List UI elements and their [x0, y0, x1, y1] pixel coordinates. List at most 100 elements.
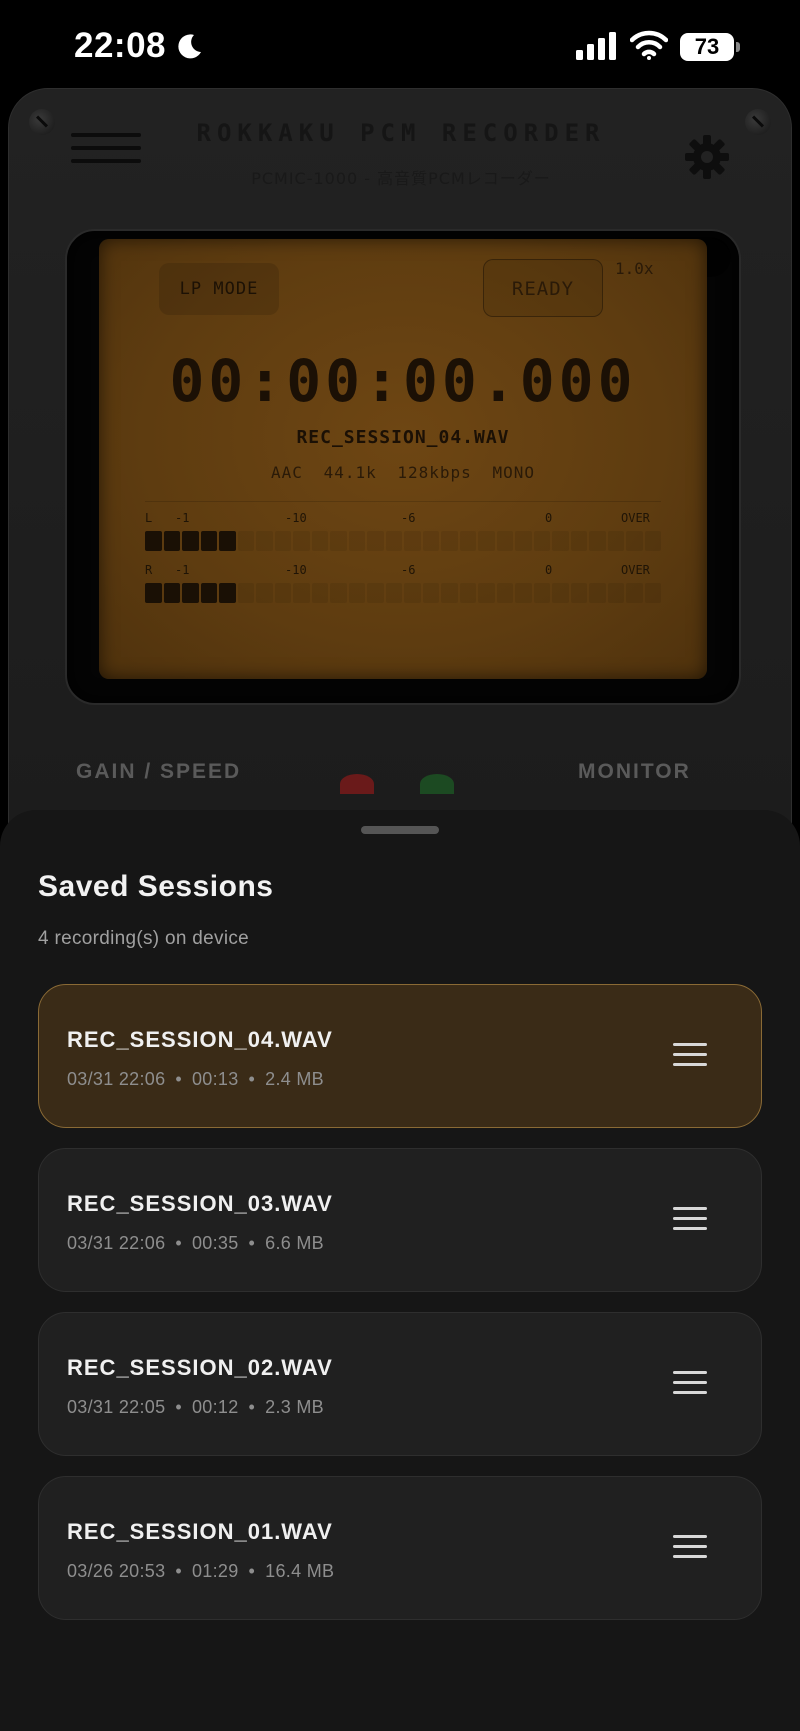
status-bar: 22:08 73: [0, 0, 800, 90]
meter-segment: [200, 531, 217, 551]
lcd-display: LP MODE READY 1.0x 00:00:00.000 REC_SESS…: [99, 239, 707, 679]
sheet-subtitle: 4 recording(s) on device: [38, 928, 250, 949]
meta-separator: •: [248, 1397, 256, 1417]
session-meta: 03/31 22:05 • 00:12 • 2.3 MB: [67, 1397, 324, 1418]
meter-segment: [441, 531, 458, 551]
level-meter-left: L -1 -10 -6 0 OVER: [145, 511, 661, 557]
meter-segment: [293, 531, 310, 551]
meter-segment: [219, 583, 236, 603]
sheet-grabber[interactable]: [361, 826, 439, 834]
meter-segment: [626, 583, 643, 603]
meter-segment: [182, 583, 199, 603]
meter-segment: [385, 583, 402, 603]
session-name: REC_SESSION_01.WAV: [67, 1519, 333, 1544]
meter-segment: [626, 531, 643, 551]
meta-separator: •: [175, 1233, 182, 1253]
meter-segment: [644, 531, 661, 551]
brand-subtitle: PCMIC-1000 - 高音質PCMレコーダー: [251, 169, 551, 188]
session-size: 2.3 MB: [265, 1397, 324, 1417]
meta-separator: •: [175, 1561, 182, 1581]
meta-separator: •: [175, 1069, 182, 1089]
meter-segment: [533, 583, 550, 603]
meter-segment: [274, 583, 291, 603]
meter-segment: [237, 583, 254, 603]
meta-separator: •: [175, 1397, 182, 1417]
session-item[interactable]: REC_SESSION_01.WAV 03/26 20:53 • 01:29 • 16.…: [38, 1476, 762, 1620]
meter-segment: [570, 583, 587, 603]
meter-segment: [163, 583, 180, 603]
meter-tick: OVER: [621, 511, 650, 525]
drag-handle-icon[interactable]: [673, 1371, 707, 1397]
drag-handle-icon[interactable]: [673, 1535, 707, 1561]
session-meta: 03/31 22:06 • 00:35 • 6.6 MB: [67, 1233, 324, 1254]
meter-segment: [607, 583, 624, 603]
meter-segment: [552, 531, 569, 551]
lcd-format: AAC: [271, 463, 303, 482]
meta-separator: •: [248, 1561, 256, 1581]
brand-title: ROKKAKU PCM RECORDER: [196, 119, 606, 147]
session-size: 16.4 MB: [265, 1561, 335, 1581]
gear-icon[interactable]: [683, 133, 731, 181]
session-name: REC_SESSION_03.WAV: [67, 1191, 333, 1216]
session-item[interactable]: REC_SESSION_04.WAV 03/31 22:06 • 00:13 • 2.4…: [38, 984, 762, 1128]
session-meta: 03/31 22:06 • 00:13 • 2.4 MB: [67, 1069, 324, 1090]
meter-segment: [422, 583, 439, 603]
recorder-device: ROKKAKU PCM RECORDER PCMIC-1000 - 高音質PCM…: [8, 88, 792, 848]
meter-segment: [293, 583, 310, 603]
meter-segment: [330, 531, 347, 551]
gain-speed-label: GAIN / SPEED: [76, 760, 242, 783]
session-date: 03/31 22:06: [67, 1069, 166, 1089]
lcd-mode: LP MODE: [159, 263, 279, 315]
meter-segment: [478, 583, 495, 603]
signal-icon: [576, 32, 616, 60]
meter-segment: [200, 583, 217, 603]
drag-handle-icon[interactable]: [673, 1043, 707, 1069]
meter-segment: [496, 531, 513, 551]
meter-tick: -10: [285, 511, 307, 525]
wifi-icon: [630, 30, 668, 60]
meter-segment: [589, 531, 606, 551]
meter-segment: [607, 531, 624, 551]
meter-tick: -6: [401, 563, 416, 577]
lcd-speed: 1.0x: [615, 259, 654, 278]
meter-tick: -10: [285, 563, 307, 577]
lcd-filename: REC_SESSION_04.WAV: [296, 427, 510, 448]
meter-segment: [459, 583, 476, 603]
meter-segment: [644, 583, 661, 603]
session-date: 03/31 22:05: [67, 1397, 166, 1417]
level-meter-right: R -1 -10 -6 0 OVER: [145, 563, 661, 609]
meter-segment: [589, 583, 606, 603]
meter-segment: [237, 531, 254, 551]
meter-tick: -1: [175, 563, 190, 577]
status-time: 22:08: [74, 26, 167, 65]
meter-segment: [348, 531, 365, 551]
moon-icon: [178, 34, 201, 59]
meter-bars: [145, 583, 661, 603]
meter-tick: -1: [175, 511, 190, 525]
meter-tick: -6: [401, 511, 416, 525]
meter-segment: [515, 583, 532, 603]
session-duration: 01:29: [192, 1561, 239, 1581]
monitor-label: MONITOR: [578, 760, 691, 783]
meter-channel: R: [145, 563, 153, 577]
meter-segment: [163, 531, 180, 551]
session-date: 03/31 22:06: [67, 1233, 166, 1253]
meter-segment: [145, 531, 162, 551]
meter-segment: [552, 583, 569, 603]
session-item[interactable]: REC_SESSION_02.WAV 03/31 22:05 • 00:12 • 2.3…: [38, 1312, 762, 1456]
lcd-timecode: 00:00:00.000: [169, 347, 637, 415]
session-item[interactable]: REC_SESSION_03.WAV 03/31 22:06 • 00:35 • 6.6…: [38, 1148, 762, 1292]
meter-bars: [145, 531, 661, 551]
meter-channel: L: [145, 511, 153, 525]
meter-segment: [515, 531, 532, 551]
lcd-specs: AAC 44.1k 128kbps MONO: [99, 463, 707, 482]
meter-segment: [404, 583, 421, 603]
meter-segment: [570, 531, 587, 551]
drag-handle-icon[interactable]: [673, 1207, 707, 1233]
sheet-title: Saved Sessions: [38, 870, 274, 903]
meter-segment: [459, 531, 476, 551]
session-size: 2.4 MB: [265, 1069, 324, 1089]
session-duration: 00:12: [192, 1397, 239, 1417]
session-name: REC_SESSION_02.WAV: [67, 1355, 333, 1380]
meta-separator: •: [248, 1233, 256, 1253]
